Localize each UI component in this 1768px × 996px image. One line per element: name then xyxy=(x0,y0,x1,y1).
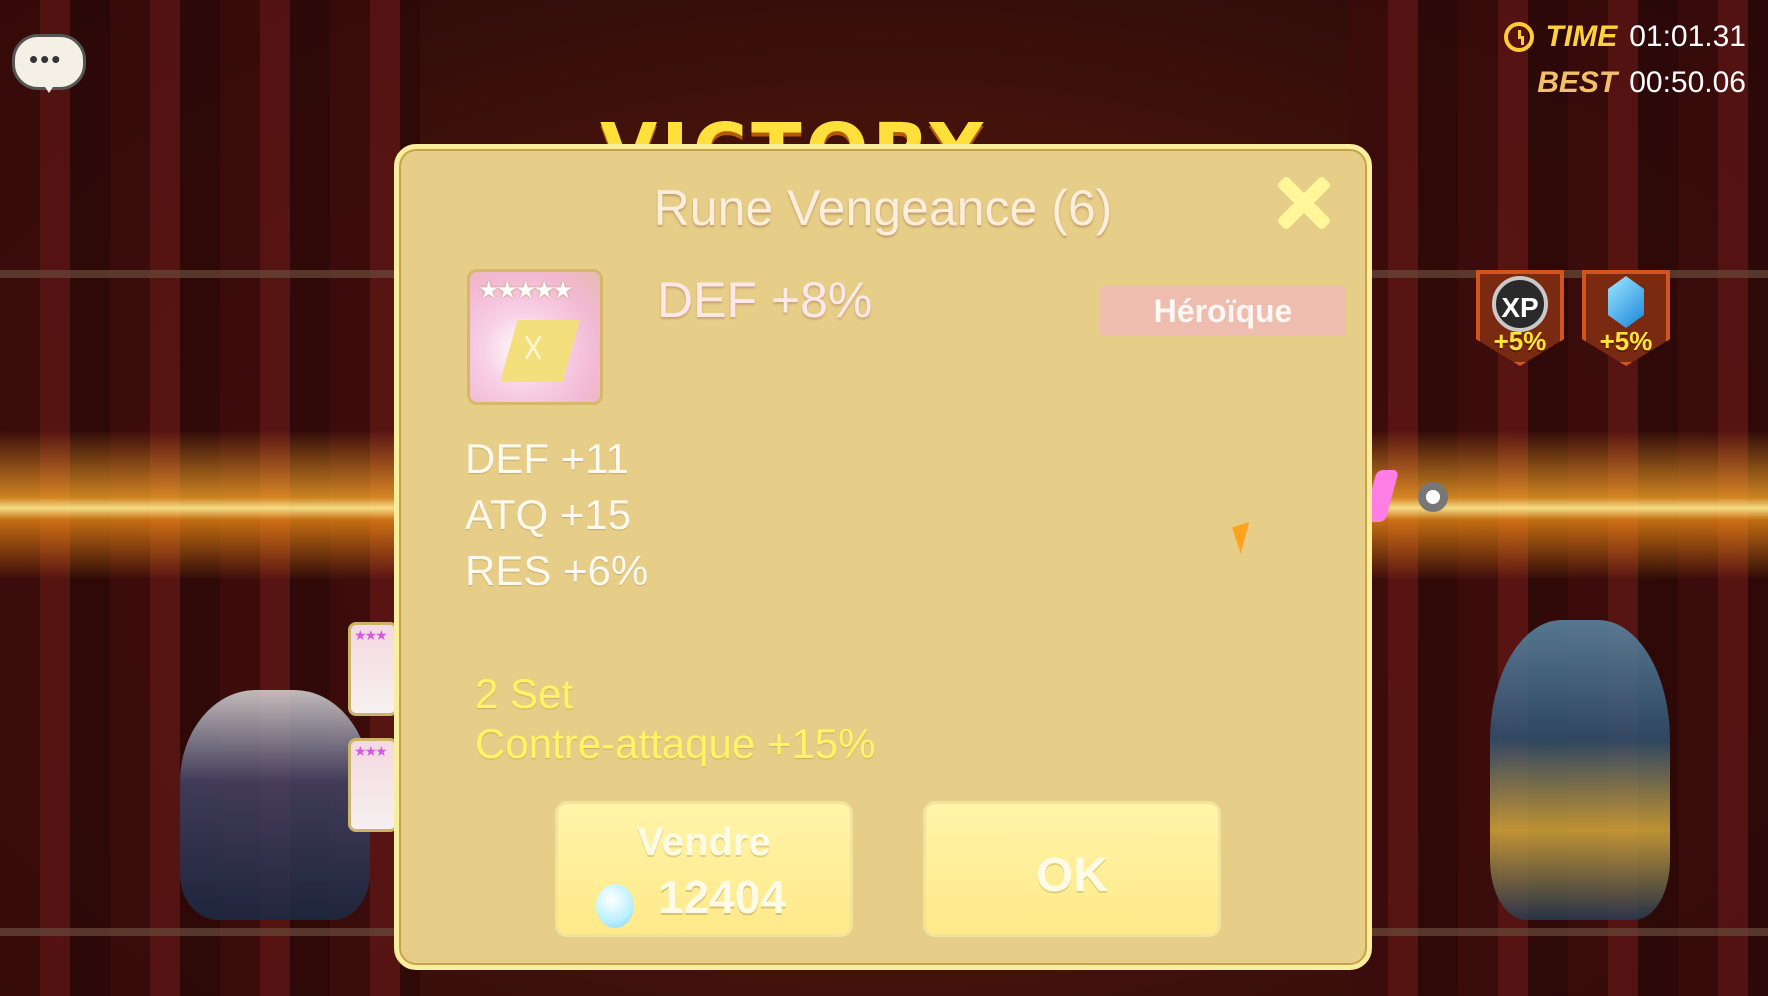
rune-sub-stats: DEF +11 ATQ +15 RES +6% xyxy=(465,431,648,599)
drop-orb xyxy=(1418,482,1448,512)
portrait-stars: ★★★ xyxy=(354,743,388,759)
sub-stat: RES +6% xyxy=(465,547,649,594)
sell-button[interactable]: Vendre 12404 xyxy=(555,801,853,937)
rune-title: Rune Vengeance (6) xyxy=(653,180,1113,236)
rune-grade-badge: Héroïque xyxy=(1100,286,1346,336)
sub-stat: DEF +11 xyxy=(465,435,629,482)
ok-label: OK xyxy=(1036,849,1108,902)
monster-portrait-1: ★★★ xyxy=(348,622,398,716)
set-effect: Contre-attaque +15% xyxy=(475,720,876,767)
chat-button[interactable]: ••• xyxy=(12,34,86,93)
timer-panel: TIME 01:01.31 BEST 00:50.06 xyxy=(1503,14,1746,106)
time-label: TIME xyxy=(1545,20,1618,53)
vengeance-symbol-icon: ☓ xyxy=(522,324,545,373)
xp-bonus-badge: XP +5% xyxy=(1476,270,1564,366)
xp-icon: XP xyxy=(1492,276,1548,332)
rune-detail-dialog: Rune Vengeance (6) ★★★★★ ☓ DEF +8% Héroï… xyxy=(394,144,1372,970)
sub-stat: ATQ +15 xyxy=(465,491,632,538)
close-icon[interactable] xyxy=(1273,175,1329,231)
crystal-bonus-badge: +5% xyxy=(1582,270,1670,366)
best-value: 00:50.06 xyxy=(1629,66,1746,99)
best-row: BEST 00:50.06 xyxy=(1504,60,1746,106)
set-count: 2 Set xyxy=(475,670,574,717)
rune-stars: ★★★★★ xyxy=(478,277,574,304)
monster-portrait-2: ★★★ xyxy=(348,738,398,832)
monster-right xyxy=(1490,620,1670,920)
rune-set-bonus: 2 Set Contre-attaque +15% xyxy=(475,669,875,769)
crystal-bonus-value: +5% xyxy=(1599,326,1653,356)
sell-price: 12404 xyxy=(658,871,786,923)
rune-main-stat: DEF +8% xyxy=(657,272,873,328)
time-row: TIME 01:01.31 xyxy=(1503,14,1746,60)
clock-icon xyxy=(1503,22,1534,52)
xp-bonus-value: +5% xyxy=(1493,326,1547,356)
chat-bubble-icon: ••• xyxy=(29,44,63,74)
ok-button[interactable]: OK xyxy=(923,801,1221,937)
monster-left xyxy=(180,690,370,920)
time-value: 01:01.31 xyxy=(1629,20,1746,53)
sell-label: Vendre xyxy=(637,820,771,864)
portrait-stars: ★★★ xyxy=(354,627,388,643)
best-label: BEST xyxy=(1537,66,1618,99)
rune-vengeance-icon: ★★★★★ ☓ xyxy=(467,269,603,405)
